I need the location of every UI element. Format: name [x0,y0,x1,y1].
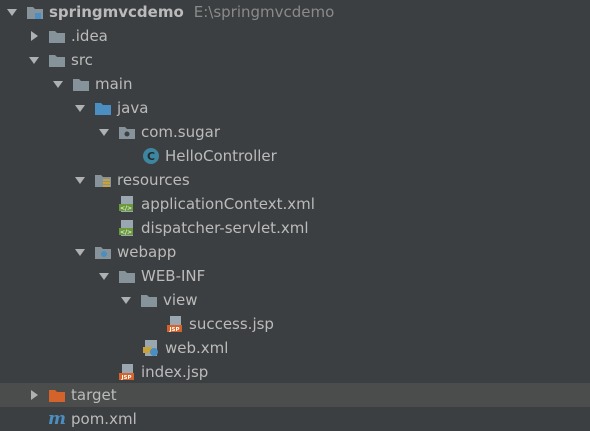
web-folder-icon [94,243,112,261]
folder-icon [48,27,66,45]
chevron-down-icon[interactable] [98,270,110,282]
tree-row-hellocontroller[interactable]: C HelloController [0,144,590,168]
tree-row-dispatcher-servlet-xml[interactable]: </> dispatcher-servlet.xml [0,216,590,240]
tree-label-root: springmvcdemo [49,3,184,21]
chevron-down-icon[interactable] [98,126,110,138]
tree-row-main[interactable]: main [0,72,590,96]
tree-label: main [95,75,133,93]
tree-row-pom-xml[interactable]: m pom.xml [0,407,590,431]
tree-row-target[interactable]: target [0,383,590,407]
tree-label: HelloController [165,147,277,165]
package-icon [118,123,136,141]
tree-label: java [117,99,149,117]
maven-pom-icon: m [48,410,66,428]
tree-label: target [71,386,117,404]
chevron-down-icon[interactable] [74,246,86,258]
tree-label: WEB-INF [141,267,206,285]
resources-folder-icon [94,171,112,189]
svg-text:</>: </> [120,229,132,236]
tree-label: view [163,291,198,309]
tree-label: com.sugar [141,123,221,141]
tree-label: pom.xml [71,410,137,428]
tree-row-com-sugar[interactable]: com.sugar [0,120,590,144]
tree-row-src[interactable]: src [0,48,590,72]
project-path: E:\springmvcdemo [193,3,335,21]
jsp-file-icon: JSP [166,315,184,333]
folder-icon [48,51,66,69]
tree-label: resources [117,171,190,189]
tree-row-webapp[interactable]: webapp [0,240,590,264]
tree-label: webapp [117,243,177,261]
class-icon: C [142,147,160,165]
svg-text:</>: </> [120,205,132,212]
tree-row-springmvcdemo[interactable]: springmvcdemo E:\springmvcdemo [0,0,590,24]
tree-row-applicationcontext-xml[interactable]: </> applicationContext.xml [0,192,590,216]
folder-icon [118,267,136,285]
web-xml-icon [142,339,160,357]
spring-xml-icon: </> [118,219,136,237]
chevron-down-icon[interactable] [74,102,86,114]
source-folder-icon [94,99,112,117]
tree-label: src [71,51,93,69]
chevron-down-icon[interactable] [74,174,86,186]
tree-row-web-inf[interactable]: WEB-INF [0,264,590,288]
svg-text:JSP: JSP [120,375,131,381]
excluded-folder-icon [48,386,66,404]
tree-label: dispatcher-servlet.xml [141,219,309,237]
tree-row-index-jsp[interactable]: JSP index.jsp [0,360,590,384]
tree-row-resources[interactable]: resources [0,168,590,192]
spring-xml-icon: </> [118,195,136,213]
chevron-down-icon[interactable] [28,54,40,66]
tree-label: index.jsp [141,363,209,381]
svg-text:JSP: JSP [168,327,179,333]
folder-icon [72,75,90,93]
project-tree: springmvcdemo E:\springmvcdemo .idea src… [0,0,590,430]
chevron-down-icon[interactable] [52,78,64,90]
jsp-file-icon: JSP [118,363,136,381]
tree-label: .idea [71,27,108,45]
svg-text:m: m [48,410,66,428]
chevron-right-icon[interactable] [28,389,40,401]
chevron-right-icon[interactable] [28,30,40,42]
module-folder-icon [26,3,44,21]
tree-label: web.xml [165,339,229,357]
chevron-down-icon[interactable] [120,294,132,306]
tree-row-success-jsp[interactable]: JSP success.jsp [0,312,590,336]
tree-label: success.jsp [189,315,274,333]
tree-label: applicationContext.xml [141,195,315,213]
tree-row-view[interactable]: view [0,288,590,312]
tree-row-web-xml[interactable]: web.xml [0,336,590,360]
svg-text:C: C [147,150,155,163]
folder-icon [140,291,158,309]
tree-row-idea[interactable]: .idea [0,24,590,48]
chevron-down-icon[interactable] [6,6,18,18]
tree-row-java[interactable]: java [0,96,590,120]
